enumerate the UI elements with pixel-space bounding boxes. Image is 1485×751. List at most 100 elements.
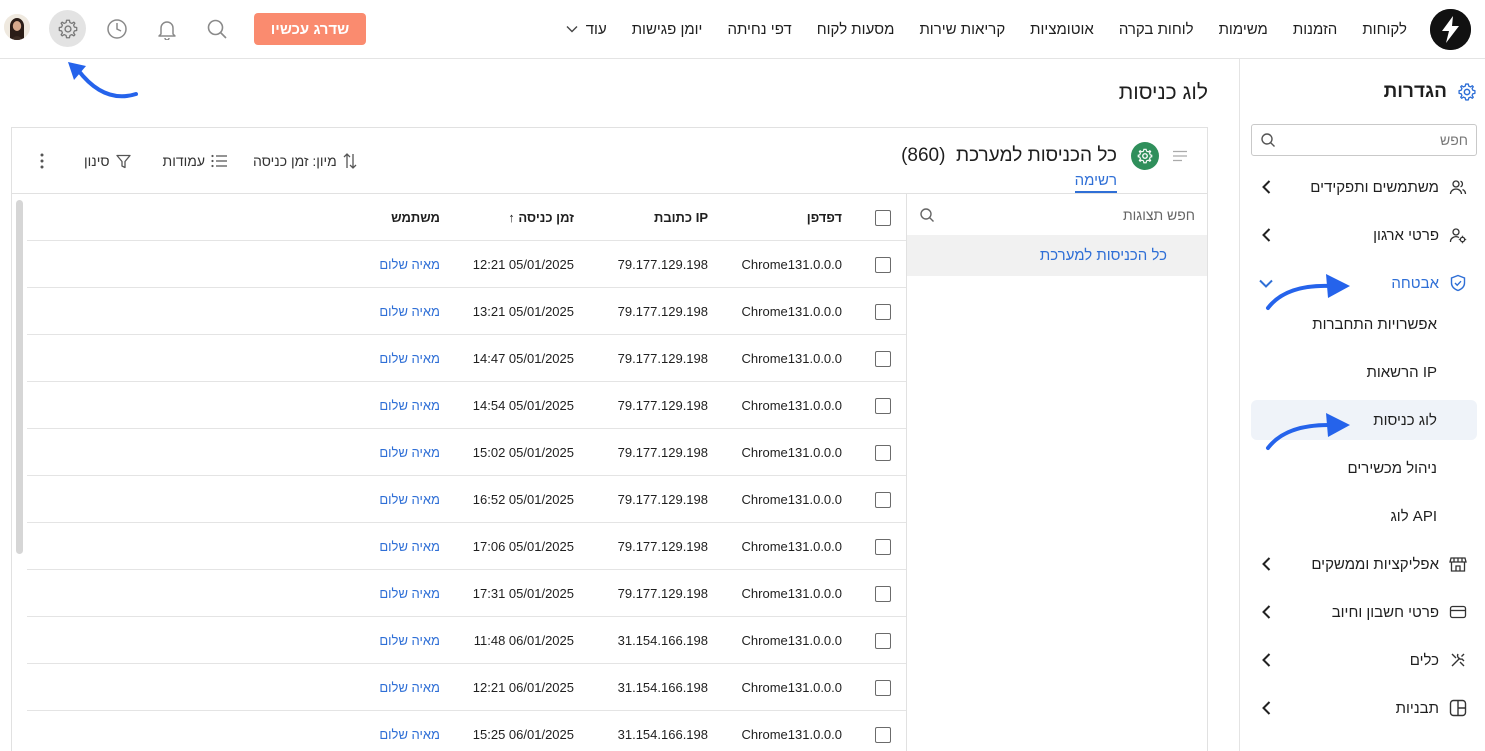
- cell-login-time: 17:31 05/01/2025: [472, 586, 574, 601]
- row-checkbox[interactable]: [875, 491, 891, 508]
- sidebar-item-templates[interactable]: תבניות: [1251, 688, 1477, 728]
- search-button[interactable]: [202, 14, 232, 44]
- table-row[interactable]: Chrome131.0.0.0 79.177.129.198 14:54 05/01…: [27, 382, 906, 429]
- nav-item-automations[interactable]: אוטומציות: [1030, 21, 1094, 38]
- tab-list-view[interactable]: רשימה: [1074, 172, 1117, 193]
- cell-user: מאיה שלום: [379, 617, 440, 664]
- nav-item-dashboards[interactable]: לוחות בקרה: [1119, 21, 1194, 38]
- views-search[interactable]: [907, 194, 1207, 235]
- column-header-user[interactable]: משתמש: [391, 194, 440, 241]
- upgrade-button[interactable]: שדרג עכשיו: [254, 13, 366, 45]
- user-link[interactable]: מאיה שלום: [379, 304, 440, 319]
- nav-item-customers[interactable]: לקוחות: [1362, 21, 1407, 38]
- user-link[interactable]: מאיה שלום: [379, 633, 440, 648]
- nav-item-orders[interactable]: הזמנות: [1293, 21, 1337, 38]
- sidebar-item-billing[interactable]: פרטי חשבון וחיוב: [1251, 592, 1477, 632]
- cell-ip: 79.177.129.198: [617, 257, 708, 272]
- nav-item-tasks[interactable]: משימות: [1219, 21, 1268, 38]
- nav-item-customer-journeys[interactable]: מסעות לקוח: [817, 21, 895, 38]
- bolt-logo-icon: [1430, 9, 1471, 50]
- sidebar-subitem-ip-permissions[interactable]: הרשאות IP: [1251, 352, 1477, 392]
- cell-ip: 79.177.129.198: [617, 398, 708, 413]
- filter-icon: [115, 154, 131, 168]
- org-icon: [1449, 226, 1467, 244]
- sidebar-subitem-api-log[interactable]: לוג API: [1251, 496, 1477, 536]
- table-row[interactable]: Chrome131.0.0.0 79.177.129.198 15:02 05/01…: [27, 429, 906, 476]
- row-checkbox[interactable]: [875, 632, 891, 649]
- row-checkbox[interactable]: [875, 538, 891, 555]
- table-row[interactable]: Chrome131.0.0.0 31.154.166.198 12:21 06/01…: [27, 664, 906, 711]
- history-button[interactable]: [102, 14, 132, 44]
- sidebar-item-org-details[interactable]: פרטי ארגון: [1251, 215, 1477, 255]
- chevron-left-icon: [1259, 701, 1273, 715]
- row-checkbox[interactable]: [875, 303, 891, 320]
- cell-login-time: 12:21 06/01/2025: [472, 680, 574, 695]
- sidebar-item-tools[interactable]: כלים: [1251, 640, 1477, 680]
- user-link[interactable]: מאיה שלום: [379, 680, 440, 695]
- chevron-left-icon: [1259, 557, 1273, 571]
- cell-user: מאיה שלום: [379, 570, 440, 617]
- notifications-button[interactable]: [152, 14, 182, 44]
- app-logo[interactable]: [1430, 9, 1471, 50]
- row-checkbox[interactable]: [875, 585, 891, 602]
- more-options-button[interactable]: [40, 153, 60, 169]
- user-link[interactable]: מאיה שלום: [379, 445, 440, 460]
- user-link[interactable]: מאיה שלום: [379, 539, 440, 554]
- avatar[interactable]: [4, 14, 30, 40]
- views-search-input[interactable]: [935, 206, 1195, 223]
- views-item-all-logins[interactable]: כל הכניסות למערכת: [907, 235, 1207, 276]
- sort-button[interactable]: מיון: זמן כניסה: [253, 153, 357, 169]
- cell-user: מאיה שלום: [379, 711, 440, 751]
- sidebar-search-input[interactable]: [1276, 132, 1468, 148]
- row-checkbox[interactable]: [875, 397, 891, 414]
- table-row[interactable]: Chrome131.0.0.0 79.177.129.198 14:47 05/01…: [27, 335, 906, 382]
- nav-more-menu[interactable]: עוד: [566, 21, 607, 38]
- sidebar-item-label: פרטי חשבון וחיוב: [1331, 603, 1439, 621]
- user-link[interactable]: מאיה שלום: [379, 727, 440, 742]
- nav-item-service-tickets[interactable]: קריאות שירות: [919, 21, 1005, 38]
- user-link[interactable]: מאיה שלום: [379, 492, 440, 507]
- list-lines-icon[interactable]: [1173, 150, 1187, 162]
- user-link[interactable]: מאיה שלום: [379, 398, 440, 413]
- cell-browser: Chrome131.0.0.0: [741, 257, 842, 272]
- login-log-panel: כל הכניסות למערכת (860) רשימה סינון עמוד…: [11, 127, 1208, 751]
- row-checkbox-cell: [875, 382, 891, 429]
- column-header-ip[interactable]: כתובת IP: [654, 194, 708, 241]
- user-link[interactable]: מאיה שלום: [379, 351, 440, 366]
- select-all-checkbox[interactable]: [875, 209, 891, 226]
- table-row[interactable]: Chrome131.0.0.0 79.177.129.198 12:21 05/01…: [27, 241, 906, 288]
- cell-browser: Chrome131.0.0.0: [741, 445, 842, 460]
- settings-button[interactable]: [49, 10, 86, 47]
- header-checkbox-cell: [875, 194, 891, 241]
- table-row[interactable]: Chrome131.0.0.0 79.177.129.198 17:06 05/01…: [27, 523, 906, 570]
- sidebar-subitem-device-management[interactable]: ניהול מכשירים: [1251, 448, 1477, 488]
- filter-button[interactable]: סינון: [84, 153, 131, 169]
- table-row[interactable]: Chrome131.0.0.0 31.154.166.198 15:25 06/01…: [27, 711, 906, 751]
- columns-button[interactable]: עמודות: [163, 153, 228, 169]
- row-checkbox[interactable]: [875, 679, 891, 696]
- cell-browser: Chrome131.0.0.0: [741, 351, 842, 366]
- view-title-row: כל הכניסות למערכת (860): [901, 142, 1187, 170]
- cell-user: מאיה שלום: [379, 664, 440, 711]
- sidebar-search[interactable]: [1251, 124, 1477, 156]
- row-checkbox[interactable]: [875, 444, 891, 461]
- sidebar-item-users-roles[interactable]: משתמשים ותפקידים: [1251, 167, 1477, 207]
- row-checkbox[interactable]: [875, 256, 891, 273]
- sidebar-item-apps-integrations[interactable]: אפליקציות וממשקים: [1251, 544, 1477, 584]
- row-checkbox[interactable]: [875, 350, 891, 367]
- row-checkbox-cell: [875, 429, 891, 476]
- vertical-scrollbar[interactable]: [16, 200, 23, 554]
- table-row[interactable]: Chrome131.0.0.0 31.154.166.198 11:48 06/01…: [27, 617, 906, 664]
- nav-item-meetings-calendar[interactable]: יומן פגישות: [632, 21, 703, 38]
- table-row[interactable]: Chrome131.0.0.0 79.177.129.198 13:21 05/01…: [27, 288, 906, 335]
- user-link[interactable]: מאיה שלום: [379, 586, 440, 601]
- row-checkbox[interactable]: [875, 726, 891, 743]
- user-link[interactable]: מאיה שלום: [379, 257, 440, 272]
- cell-browser: Chrome131.0.0.0: [741, 304, 842, 319]
- clock-icon: [107, 19, 127, 39]
- table-row[interactable]: Chrome131.0.0.0 79.177.129.198 17:31 05/01…: [27, 570, 906, 617]
- table-row[interactable]: Chrome131.0.0.0 79.177.129.198 16:52 05/01…: [27, 476, 906, 523]
- column-header-browser[interactable]: דפדפן: [807, 194, 842, 241]
- nav-item-landing-pages[interactable]: דפי נחיתה: [727, 21, 791, 38]
- column-header-login-time[interactable]: ↑ זמן כניסה: [508, 194, 574, 241]
